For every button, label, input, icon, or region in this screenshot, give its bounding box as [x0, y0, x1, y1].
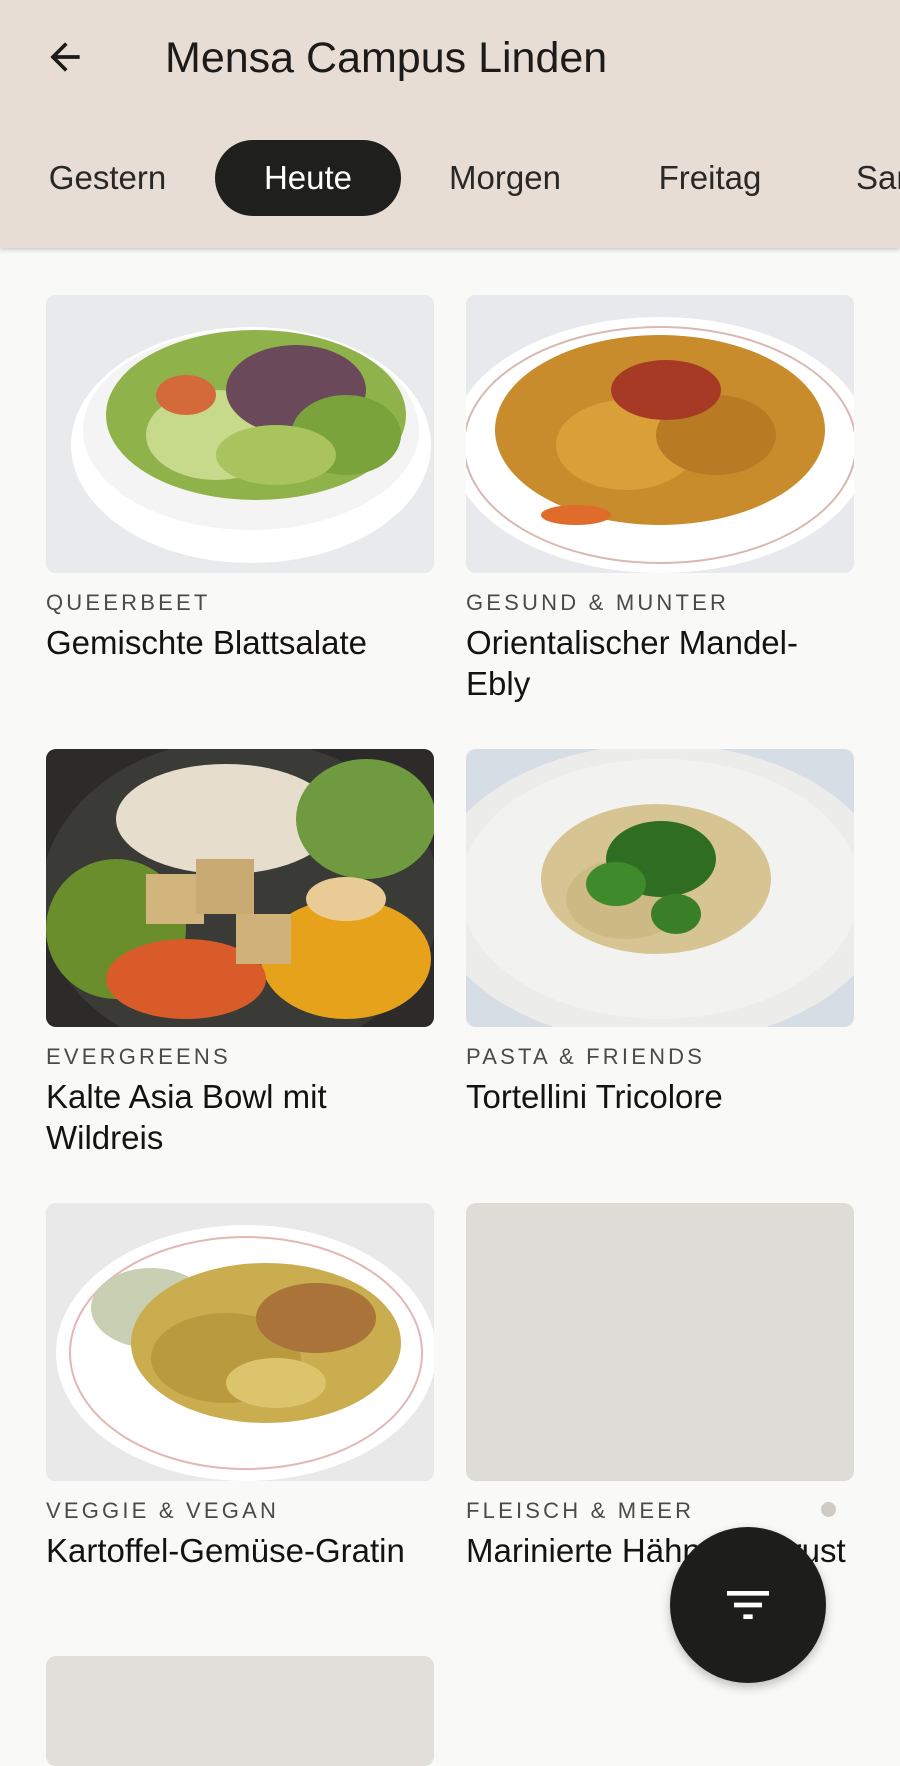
dish-category: FLEISCH & MEER [466, 1498, 695, 1523]
dish-name: Kartoffel-Gemüse-Gratin [46, 1532, 405, 1569]
dish-card[interactable]: QUEERBEET Gemischte Blattsalate [46, 295, 434, 663]
tab-freitag[interactable]: Freitag [630, 140, 790, 216]
app-bar: Mensa Campus Linden Gestern Heute Morgen… [0, 0, 900, 248]
dish-category: QUEERBEET [46, 590, 211, 615]
mixed-salad-photo [46, 295, 434, 573]
tortellini-photo [466, 749, 854, 1027]
ebly-plate-photo [466, 295, 854, 573]
dish-name: Tortellini Tricolore [466, 1078, 723, 1115]
arrow-left-icon [50, 42, 80, 72]
dish-name: Kalte Asia Bowl mit Wildreis [46, 1078, 327, 1156]
dish-category: EVERGREENS [46, 1044, 231, 1069]
tab-gestern[interactable]: Gestern [20, 140, 195, 216]
filter-icon [727, 1591, 769, 1619]
image-placeholder [466, 1203, 854, 1481]
filter-button[interactable] [670, 1527, 826, 1683]
dish-grid: QUEERBEET Gemischte Blattsalate GESUND &… [0, 248, 900, 1750]
dish-card[interactable]: VEGGIE & VEGAN Kartoffel-Gemüse-Gratin [46, 1203, 434, 1571]
dish-card[interactable]: FLEISCH & MEER Marinierte Hähnchenbrust [466, 1203, 854, 1571]
dish-name: Orientalischer Mandel-Ebly [466, 624, 798, 702]
asia-bowl-photo [46, 749, 434, 1027]
status-indicator [805, 1486, 853, 1534]
tab-heute[interactable]: Heute [215, 140, 401, 216]
dish-card[interactable]: EVERGREENS Kalte Asia Bowl mit Wildreis [46, 749, 434, 1158]
page-title: Mensa Campus Linden [165, 34, 608, 82]
dish-name: Gemischte Blattsalate [46, 624, 367, 661]
tab-samstag[interactable]: Samstag [820, 140, 900, 216]
dish-card[interactable]: GESUND & MUNTER Orientalischer Mandel-Eb… [466, 295, 854, 704]
dish-category: PASTA & FRIENDS [466, 1044, 706, 1069]
dot-icon [821, 1502, 836, 1517]
gratin-photo [46, 1203, 434, 1481]
dish-category: VEGGIE & VEGAN [46, 1498, 280, 1523]
back-button[interactable] [30, 22, 100, 92]
dish-card[interactable]: PASTA & FRIENDS Tortellini Tricolore [466, 749, 854, 1117]
dish-category: GESUND & MUNTER [466, 590, 730, 615]
day-tab-bar: Gestern Heute Morgen Freitag Samstag [0, 140, 900, 216]
tab-morgen[interactable]: Morgen [420, 140, 590, 216]
